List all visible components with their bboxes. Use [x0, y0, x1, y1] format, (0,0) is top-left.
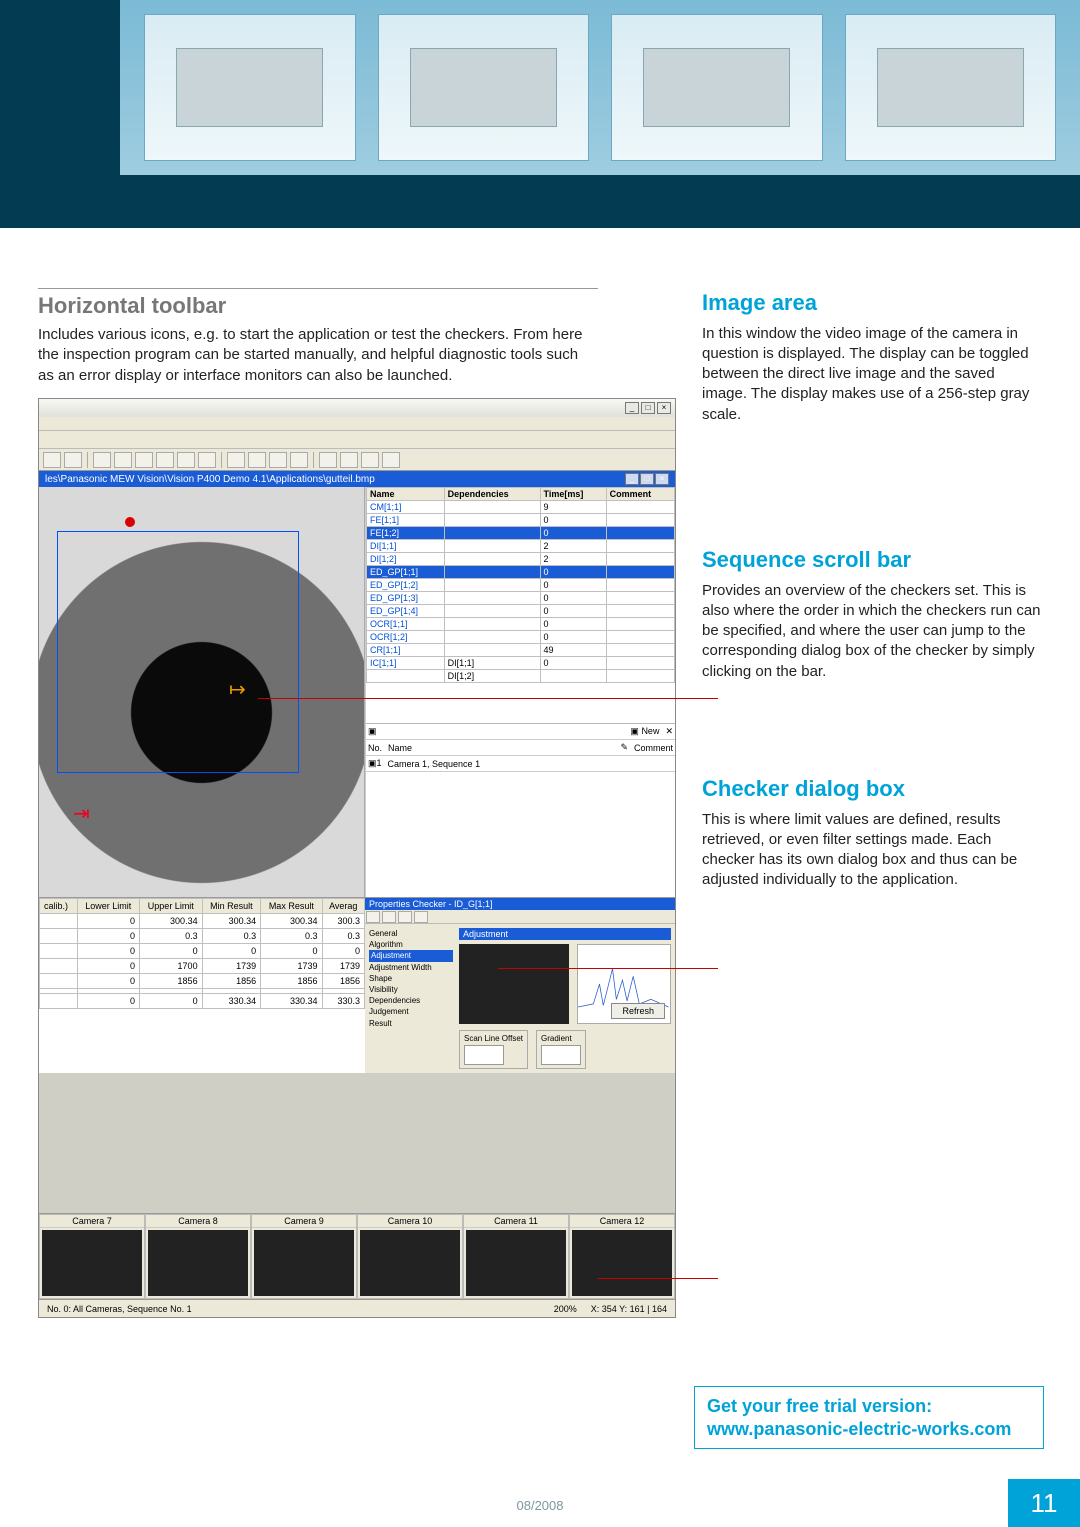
- document-path-bar: les\Panasonic MEW Vision\Vision P400 Dem…: [39, 471, 675, 487]
- toolbar-icon[interactable]: [382, 452, 400, 468]
- checker-tab-title: Adjustment: [459, 928, 671, 940]
- promo-line2: www.panasonic-electric-works.com: [707, 1418, 1031, 1441]
- child-maximize-icon[interactable]: □: [640, 473, 654, 485]
- arrow-icon: ↦: [229, 677, 246, 702]
- page-footer: 08/2008 11: [0, 1479, 1080, 1527]
- toolbar-icon[interactable]: [135, 452, 153, 468]
- product-strip: [120, 0, 1080, 175]
- maximize-icon[interactable]: □: [641, 402, 655, 414]
- checker-body: This is where limit values are defined, …: [702, 810, 1042, 891]
- checker-preview: [459, 944, 569, 1024]
- sequence-panel-toolbar[interactable]: ▣ ▣ New ✕ No. Name ✎ Comment ▣1 Came: [366, 723, 675, 772]
- arrow-icon: ⇥: [73, 801, 90, 826]
- checker-section: Checker dialog box This is where limit v…: [702, 774, 1042, 891]
- window-titlebar: _ □ ×: [39, 399, 675, 417]
- toolbar-row-1[interactable]: [39, 431, 675, 449]
- toolbar-icon[interactable]: [248, 452, 266, 468]
- marker-icon: [125, 517, 135, 527]
- leader-line: [258, 698, 718, 699]
- child-minimize-icon[interactable]: _: [625, 473, 639, 485]
- zoom-icon[interactable]: [227, 452, 245, 468]
- menu-bar[interactable]: [39, 417, 675, 431]
- limit-table[interactable]: calib.)Lower LimitUpper LimitMin ResultM…: [39, 897, 365, 1073]
- delete-icon[interactable]: ✕: [665, 726, 673, 737]
- application-screenshot: _ □ ×: [38, 398, 676, 1318]
- status-xy: X: 354 Y: 161 | 164: [591, 1304, 667, 1314]
- checker-heading: Checker dialog box: [702, 774, 1042, 804]
- image-area[interactable]: ↦ ⇥: [39, 487, 365, 897]
- toolbar-icon[interactable]: [319, 452, 337, 468]
- toolbar-icon[interactable]: [93, 452, 111, 468]
- toolbar-icon[interactable]: [43, 452, 61, 468]
- promo-box: Get your free trial version: www.panason…: [694, 1386, 1044, 1449]
- checker-toolbar-icon[interactable]: [382, 911, 396, 923]
- sequence-table[interactable]: NameDependenciesTime[ms]Comment CM[1;1]9…: [365, 487, 675, 897]
- checker-toolbar-icon[interactable]: [398, 911, 412, 923]
- minimize-icon[interactable]: _: [625, 402, 639, 414]
- toolbar-icon[interactable]: [361, 452, 379, 468]
- status-left: No. 0: All Cameras, Sequence No. 1: [47, 1304, 192, 1314]
- camera-strip[interactable]: Camera 7Camera 8Camera 9Camera 10Camera …: [39, 1213, 675, 1299]
- checker-dialog[interactable]: Properties Checker - ID_G[1;1] GeneralAl…: [365, 897, 675, 1073]
- sequence-heading: Sequence scroll bar: [702, 545, 1042, 575]
- toolbar-icon[interactable]: [290, 452, 308, 468]
- product-image-2: [378, 14, 590, 161]
- page-number: 11: [1008, 1479, 1080, 1527]
- toolbar-icon[interactable]: [156, 452, 174, 468]
- toolbar-icon[interactable]: [177, 452, 195, 468]
- horizontal-toolbar-body: Includes various icons, e.g. to start th…: [38, 325, 598, 386]
- checker-toolbar-icon[interactable]: [414, 911, 428, 923]
- toolbar-icon[interactable]: [198, 452, 216, 468]
- new-sequence-button[interactable]: ▣ New: [630, 726, 659, 737]
- product-image-4: [845, 14, 1057, 161]
- child-close-icon[interactable]: ×: [655, 473, 669, 485]
- promo-line1: Get your free trial version:: [707, 1395, 1031, 1418]
- sequence-body: Provides an overview of the checkers set…: [702, 581, 1042, 682]
- status-zoom: 200%: [554, 1304, 577, 1314]
- gradient-group[interactable]: Gradient: [536, 1030, 586, 1069]
- footer-date: 08/2008: [517, 1498, 564, 1513]
- image-area-body: In this window the video image of the ca…: [702, 324, 1042, 425]
- close-icon[interactable]: ×: [657, 402, 671, 414]
- scan-line-group[interactable]: Scan Line Offset: [459, 1030, 528, 1069]
- sequence-icon[interactable]: ▣: [368, 726, 377, 737]
- leader-line: [498, 968, 718, 969]
- image-area-heading: Image area: [702, 288, 1042, 318]
- top-banner: [0, 0, 1080, 228]
- product-image-1: [144, 14, 356, 161]
- product-image-3: [611, 14, 823, 161]
- sequence-section: Sequence scroll bar Provides an overview…: [702, 545, 1042, 682]
- toolbar-icon[interactable]: [340, 452, 358, 468]
- checker-dialog-title: Properties Checker - ID_G[1;1]: [365, 898, 675, 910]
- toolbar-icon[interactable]: [269, 452, 287, 468]
- image-area-section: Image area In this window the video imag…: [702, 288, 1042, 425]
- toolbar-icon[interactable]: [114, 452, 132, 468]
- refresh-button[interactable]: Refresh: [611, 1003, 665, 1019]
- toolbar-row-2[interactable]: [39, 449, 675, 471]
- toolbar-icon[interactable]: [64, 452, 82, 468]
- status-bar: No. 0: All Cameras, Sequence No. 1 200% …: [39, 1299, 675, 1317]
- leader-line: [598, 1278, 718, 1279]
- horizontal-toolbar-heading: Horizontal toolbar: [38, 293, 598, 319]
- checker-toolbar-icon[interactable]: [366, 911, 380, 923]
- document-path: les\Panasonic MEW Vision\Vision P400 Dem…: [45, 474, 375, 485]
- horizontal-toolbar-section: Horizontal toolbar Includes various icon…: [38, 288, 598, 386]
- checker-tree[interactable]: GeneralAlgorithmAdjustmentAdjustment Wid…: [369, 928, 453, 1069]
